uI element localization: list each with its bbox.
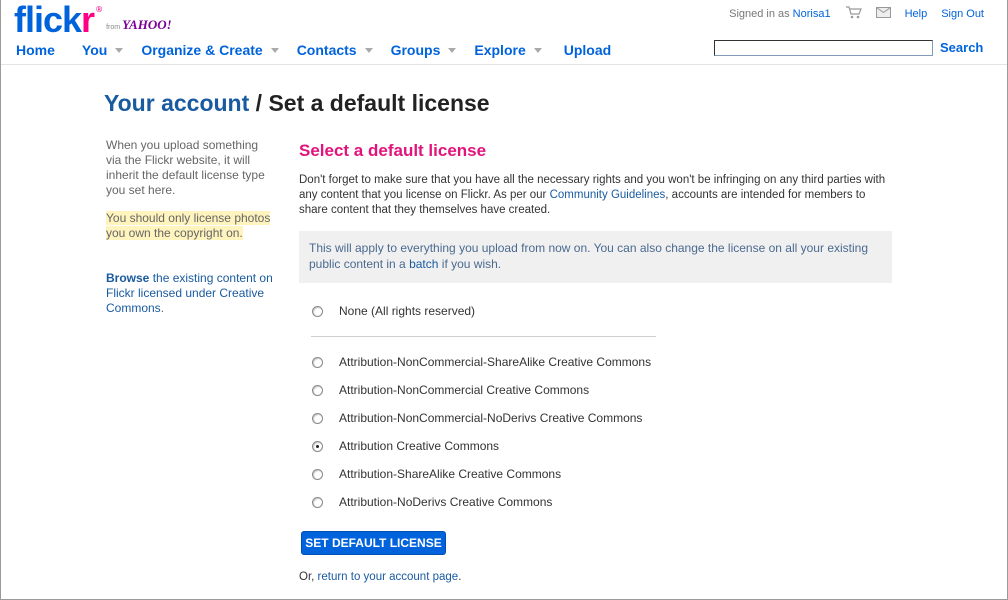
search-input[interactable]: [714, 40, 933, 56]
radio-button[interactable]: [312, 412, 323, 424]
set-default-license-button[interactable]: SET DEFAULT LICENSE: [301, 531, 446, 555]
cart-icon[interactable]: [845, 6, 862, 22]
page-title: Your account / Set a default license: [104, 90, 490, 117]
nav-contacts[interactable]: Contacts: [297, 42, 373, 58]
return-to-account-link[interactable]: return to your account page: [318, 571, 459, 583]
license-option[interactable]: Attribution-NonCommercial-NoDerivs Creat…: [312, 411, 642, 425]
license-option[interactable]: Attribution-NoDerivs Creative Commons: [312, 495, 552, 509]
header-divider: [1, 64, 1007, 65]
logo-wordmark: flickr: [14, 0, 95, 40]
notice-box: This will apply to everything you upload…: [299, 231, 892, 283]
nav-groups[interactable]: Groups: [391, 42, 457, 58]
browse-period: .: [160, 301, 165, 315]
license-option[interactable]: Attribution-NonCommercial-ShareAlike Cre…: [312, 355, 651, 369]
batch-link[interactable]: batch: [409, 257, 438, 271]
license-option-label: Attribution-NonCommercial-ShareAlike Cre…: [339, 355, 652, 369]
chevron-down-icon[interactable]: [533, 47, 542, 53]
nav-organize[interactable]: Organize & Create: [141, 42, 279, 58]
signed-in-label: Signed in as: [729, 8, 790, 20]
intro-text: Don't forget to make sure that you have …: [299, 173, 891, 218]
radio-button[interactable]: [312, 496, 323, 508]
nav-contacts-label: Contacts: [296, 42, 357, 58]
sign-out-link[interactable]: Sign Out: [941, 8, 984, 20]
username-link[interactable]: Norisa1: [793, 8, 831, 20]
flickr-logo[interactable]: flickr ® from YAHOO!: [14, 2, 172, 38]
logo-from: from: [106, 24, 121, 31]
chevron-down-icon[interactable]: [270, 47, 279, 53]
license-option[interactable]: Attribution-NonCommercial Creative Commo…: [312, 383, 589, 397]
main-nav: Home You Organize & Create Contacts Grou…: [16, 42, 611, 58]
mail-icon[interactable]: [875, 7, 891, 21]
page-title-text: Set a default license: [268, 90, 490, 116]
sidebar-warning-text: You should only license photos you own t…: [106, 211, 271, 240]
license-option[interactable]: Attribution Creative Commons: [312, 439, 499, 453]
radio-button[interactable]: [312, 468, 323, 480]
license-option-label: Attribution-NonCommercial Creative Commo…: [339, 383, 590, 397]
logo-text-flick: flick: [14, 0, 82, 40]
footer-prefix: Or,: [299, 571, 318, 583]
nav-you[interactable]: You: [81, 42, 124, 58]
footer-period: .: [458, 571, 462, 583]
logo-text-r: r: [81, 0, 95, 40]
nav-home-label: Home: [16, 42, 55, 58]
sidebar: When you upload something via the Flickr…: [106, 138, 274, 316]
license-option[interactable]: None (All rights reserved): [312, 304, 475, 318]
license-option-label: Attribution-NonCommercial-NoDerivs Creat…: [339, 411, 643, 425]
help-link[interactable]: Help: [905, 8, 928, 20]
breadcrumb-separator: /: [249, 90, 269, 116]
nav-explore-label: Explore: [474, 42, 526, 58]
notice-text-2: if you wish.: [438, 257, 502, 271]
nav-home[interactable]: Home: [16, 42, 55, 58]
radio-button[interactable]: [312, 305, 323, 317]
license-option[interactable]: Attribution-ShareAlike Creative Commons: [312, 467, 561, 481]
nav-groups-label: Groups: [390, 42, 441, 58]
logo-registered: ®: [95, 5, 104, 14]
footer-line: Or, return to your account page.: [299, 571, 461, 583]
sidebar-info: When you upload something via the Flickr…: [106, 138, 265, 197]
community-guidelines-link[interactable]: Community Guidelines: [550, 189, 666, 201]
license-option-label: None (All rights reserved): [339, 304, 476, 318]
license-option-label: Attribution Creative Commons: [339, 439, 500, 453]
chevron-down-icon[interactable]: [448, 47, 457, 53]
nav-organize-label: Organize & Create: [141, 42, 263, 58]
account-bar: Signed in as Norisa1 Help Sign Out: [729, 6, 984, 22]
breadcrumb-your-account[interactable]: Your account: [104, 90, 249, 116]
chevron-down-icon[interactable]: [115, 47, 124, 53]
radio-button[interactable]: [312, 356, 323, 368]
license-option-label: Attribution-NoDerivs Creative Commons: [339, 495, 553, 509]
section-title: Select a default license: [299, 141, 487, 160]
nav-upload[interactable]: Upload: [564, 42, 611, 58]
sidebar-warning: You should only license photos you own t…: [106, 211, 274, 241]
nav-explore[interactable]: Explore: [474, 42, 542, 58]
options-divider: [311, 336, 656, 337]
sidebar-browse: Browse the existing content on Flickr li…: [106, 271, 274, 316]
browse-link[interactable]: Browse: [106, 271, 149, 285]
chevron-down-icon[interactable]: [364, 47, 373, 53]
radio-button[interactable]: [312, 440, 323, 452]
radio-button[interactable]: [312, 384, 323, 396]
license-option-label: Attribution-ShareAlike Creative Commons: [339, 467, 562, 481]
search-button[interactable]: Search: [940, 40, 983, 55]
yahoo-logo: YAHOO!: [122, 17, 172, 32]
nav-you-label: You: [81, 42, 108, 58]
nav-upload-label: Upload: [563, 42, 612, 58]
notice-text-1: This will apply to everything you upload…: [309, 241, 869, 271]
